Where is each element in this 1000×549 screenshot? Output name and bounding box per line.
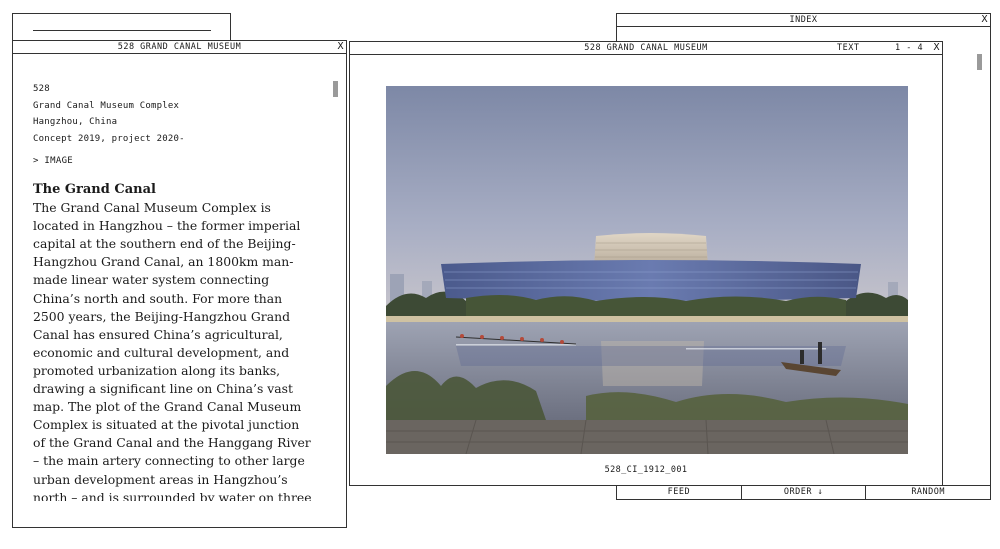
close-icon[interactable]: X xyxy=(981,14,988,25)
order-button[interactable]: ORDER ↓ xyxy=(742,486,867,499)
image-window-title: 528 GRAND CANAL MUSEUM xyxy=(584,43,708,53)
text-window-title: 528 GRAND CANAL MUSEUM xyxy=(117,42,242,52)
index-scrollbar-thumb[interactable] xyxy=(977,54,982,70)
index-footer-bar: FEED ORDER ↓ RANDOM xyxy=(617,485,990,499)
project-name: Grand Canal Museum Complex xyxy=(33,100,180,111)
image-caption: 528_CI_1912_001 xyxy=(604,465,688,475)
close-icon[interactable]: X xyxy=(933,42,940,53)
project-location: Hangzhou, China xyxy=(33,117,118,127)
feed-button[interactable]: FEED xyxy=(617,486,742,499)
essay-heading: The Grand Canal xyxy=(33,182,156,197)
image-link[interactable]: > IMAGE xyxy=(33,156,73,166)
index-window-titlebar[interactable]: INDEX X xyxy=(617,14,990,27)
text-scrollbar-thumb[interactable] xyxy=(333,81,338,97)
essay-body: The Grand Canal Museum Complex is locate… xyxy=(33,200,312,501)
index-window-title: INDEX xyxy=(789,15,818,25)
random-button[interactable]: RANDOM xyxy=(866,486,990,499)
project-meta: 528 Grand Canal Museum Complex Hangzhou,… xyxy=(33,81,185,147)
stub-divider xyxy=(33,30,211,31)
image-counter: 1 - 4 xyxy=(895,43,924,53)
image-window-titlebar[interactable]: 528 GRAND CANAL MUSEUM TEXT 1 - 4 X xyxy=(350,42,942,55)
museum-rendering-image[interactable] xyxy=(386,86,908,454)
text-window[interactable]: 528 GRAND CANAL MUSEUM X 528 Grand Canal… xyxy=(12,40,347,528)
background-window-stub[interactable] xyxy=(12,13,231,43)
close-icon[interactable]: X xyxy=(337,41,344,52)
text-window-titlebar[interactable]: 528 GRAND CANAL MUSEUM X xyxy=(13,41,346,54)
essay: The Grand Canal The Grand Canal Museum C… xyxy=(33,181,315,501)
project-number: 528 xyxy=(33,84,50,94)
project-dates: Concept 2019, project 2020- xyxy=(33,133,185,144)
image-window[interactable]: 528 GRAND CANAL MUSEUM TEXT 1 - 4 X 528_… xyxy=(349,41,943,486)
museum-rendering-svg xyxy=(386,86,908,454)
text-mode-button[interactable]: TEXT xyxy=(837,42,859,54)
